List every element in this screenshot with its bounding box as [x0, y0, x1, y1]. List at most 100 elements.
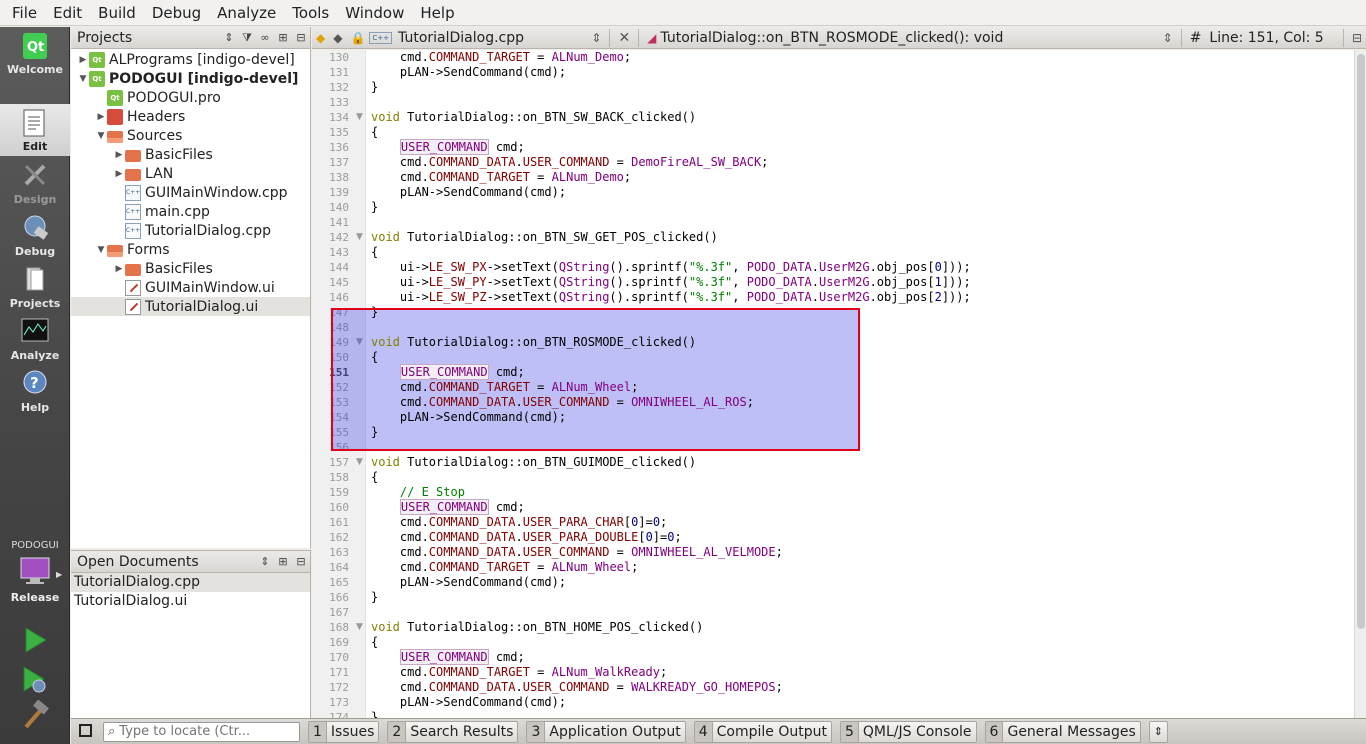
- symbol-hash[interactable]: #: [1190, 30, 1202, 46]
- code-line: cmd.COMMAND_TARGET = ALNum_Wheel;: [371, 560, 639, 574]
- mode-analyze[interactable]: Analyze: [0, 313, 70, 365]
- editor-vertical-scrollbar[interactable]: [1354, 50, 1366, 718]
- debug-run-button[interactable]: [18, 664, 52, 696]
- project-file-icon: Qt: [89, 70, 105, 87]
- menu-analyze[interactable]: Analyze: [209, 0, 284, 26]
- tree-item[interactable]: ▶ Headers: [71, 107, 310, 126]
- menu-file[interactable]: File: [4, 0, 45, 26]
- menu-edit[interactable]: Edit: [45, 0, 90, 26]
- tree-item[interactable]: ▶ LAN: [71, 164, 310, 183]
- line-number: 145: [329, 276, 349, 289]
- run-button[interactable]: [18, 624, 52, 656]
- output-pane-bar: ⌕ 1Issues 2Search Results 3Application O…: [71, 718, 1366, 744]
- function-dropdown-icon[interactable]: ⇕: [1159, 31, 1177, 45]
- line-number: 172: [329, 681, 349, 694]
- tree-item[interactable]: C++ main.cpp: [71, 202, 310, 221]
- menu-debug[interactable]: Debug: [144, 0, 209, 26]
- tree-item[interactable]: ▼ Qt PODOGUI [indigo-devel]: [71, 69, 310, 88]
- tree-item-label: GUIMainWindow.ui: [145, 279, 275, 296]
- mode-projects-label: Projects: [9, 297, 61, 310]
- locator-input[interactable]: [119, 724, 285, 739]
- mode-welcome[interactable]: Qt Welcome: [0, 27, 70, 79]
- fold-marker-icon[interactable]: ▼: [356, 622, 363, 632]
- projects-dropdown-icon[interactable]: ⇕: [220, 31, 238, 44]
- output-tab-search-results[interactable]: 2 Search Results: [387, 720, 519, 743]
- tree-item[interactable]: ▶ BasicFiles: [71, 259, 310, 278]
- code-editor[interactable]: 130 131 132 133 134 ▼ 135 136 137 138 139 140 141 142…: [312, 50, 1354, 718]
- file-dropdown-icon[interactable]: ⇕: [587, 31, 605, 45]
- code-line: void TutorialDialog::on_BTN_ROSMODE_clic…: [371, 335, 697, 349]
- line-number: 139: [329, 186, 349, 199]
- menu-build[interactable]: Build: [90, 0, 144, 26]
- mode-selector: Qt Welcome Edit Design Debug Projects An…: [0, 27, 70, 744]
- toggle-sidebar-icon[interactable]: [79, 724, 92, 737]
- open-folder-icon: [107, 244, 123, 257]
- split-icon[interactable]: ⊞: [274, 31, 292, 44]
- menu-help[interactable]: Help: [412, 0, 462, 26]
- edit-document-icon: [23, 109, 45, 137]
- line-number: 130: [329, 51, 349, 64]
- collapse-arrow-icon[interactable]: ▼: [77, 74, 89, 84]
- line-number: 162: [329, 531, 349, 544]
- open-document-item[interactable]: TutorialDialog.ui: [71, 592, 310, 611]
- output-tab-compile-output[interactable]: 4 Compile Output: [693, 720, 832, 743]
- split-editor-icon[interactable]: ⊟: [1348, 31, 1366, 45]
- close-panel-icon[interactable]: ⊟: [292, 555, 310, 568]
- kit-selector[interactable]: ▶ Release: [0, 554, 70, 606]
- mode-debug[interactable]: Debug: [0, 209, 70, 261]
- output-tab-issues[interactable]: 1 Issues: [308, 720, 380, 743]
- mode-design-label: Design: [13, 193, 57, 206]
- tree-item[interactable]: GUIMainWindow.ui: [71, 278, 310, 297]
- code-line: USER_COMMAND cmd;: [399, 499, 525, 515]
- output-tab-qml-console[interactable]: 5 QML/JS Console: [839, 720, 977, 743]
- tree-item[interactable]: ▼ Forms: [71, 240, 310, 259]
- tree-item[interactable]: ▶ BasicFiles: [71, 145, 310, 164]
- open-document-item[interactable]: TutorialDialog.cpp: [71, 573, 310, 592]
- expand-arrow-icon[interactable]: ▶: [77, 55, 89, 65]
- expand-arrow-icon[interactable]: ▶: [113, 150, 125, 160]
- tree-item[interactable]: Qt PODOGUI.pro: [71, 88, 310, 107]
- separator: [638, 28, 640, 47]
- locator-field[interactable]: ⌕: [103, 721, 300, 742]
- tree-item[interactable]: TutorialDialog.ui: [71, 297, 310, 316]
- output-tab-application-output[interactable]: 3 Application Output: [526, 720, 686, 743]
- close-panel-icon[interactable]: ⊟: [292, 31, 310, 44]
- build-button[interactable]: [18, 699, 52, 732]
- line-number: 134: [329, 111, 349, 124]
- link-icon[interactable]: ∞: [256, 31, 274, 44]
- open-documents-dropdown-icon[interactable]: ⇕: [256, 555, 274, 568]
- collapse-arrow-icon[interactable]: ▼: [95, 131, 107, 141]
- expand-arrow-icon[interactable]: ▶: [113, 264, 125, 274]
- back-icon[interactable]: ◆: [312, 31, 329, 45]
- tree-item[interactable]: ▼ Sources: [71, 126, 310, 145]
- output-tab-general-messages[interactable]: 6 General Messages: [984, 720, 1141, 743]
- tree-item[interactable]: C++ GUIMainWindow.cpp: [71, 183, 310, 202]
- menu-window[interactable]: Window: [337, 0, 412, 26]
- current-file-selector[interactable]: TutorialDialog.cpp: [398, 30, 587, 46]
- function-selector[interactable]: TutorialDialog::on_BTN_ROSMODE_clicked()…: [660, 30, 1158, 46]
- expand-arrow-icon[interactable]: ▶: [113, 169, 125, 179]
- mode-design[interactable]: Design: [0, 157, 70, 209]
- mode-projects[interactable]: Projects: [0, 261, 70, 313]
- close-file-icon[interactable]: ✕: [614, 30, 634, 46]
- collapse-arrow-icon[interactable]: ▼: [95, 245, 107, 255]
- expand-arrow-icon[interactable]: ▶: [95, 112, 107, 122]
- menu-tools[interactable]: Tools: [284, 0, 337, 26]
- split-icon[interactable]: ⊞: [274, 555, 292, 568]
- forward-icon[interactable]: ◆: [329, 31, 346, 45]
- mode-edit-label: Edit: [22, 140, 48, 153]
- tree-item[interactable]: C++ TutorialDialog.cpp: [71, 221, 310, 240]
- mode-edit[interactable]: Edit: [0, 104, 70, 156]
- filter-icon[interactable]: ⧩: [238, 31, 256, 45]
- fold-marker-icon[interactable]: ▼: [356, 457, 363, 467]
- mode-help[interactable]: ? Help: [0, 365, 70, 417]
- qt-logo-icon: Qt: [23, 33, 47, 59]
- line-number: 135: [329, 126, 349, 139]
- line-number: 137: [329, 156, 349, 169]
- fold-marker-icon[interactable]: ▼: [356, 232, 363, 242]
- line-number: 173: [329, 696, 349, 709]
- tree-item[interactable]: ▶ Qt ALPrograms [indigo-devel]: [71, 50, 310, 69]
- scrollbar-thumb[interactable]: [1357, 54, 1365, 629]
- output-tabs-more-button[interactable]: ⇕: [1148, 720, 1168, 743]
- fold-marker-icon[interactable]: ▼: [356, 112, 363, 122]
